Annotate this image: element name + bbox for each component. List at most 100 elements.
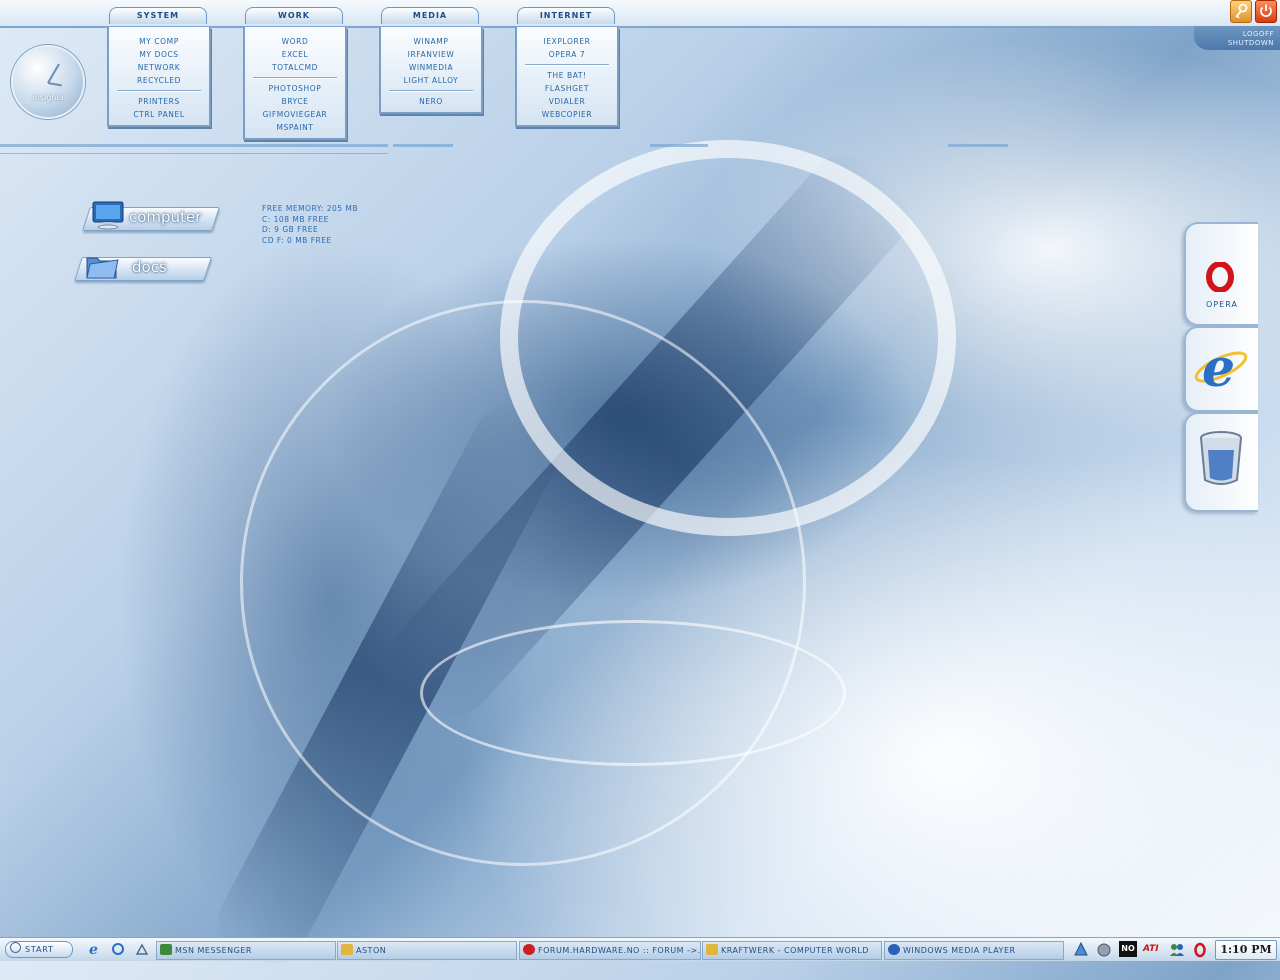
menu-item-vdialer[interactable]: VDIALER	[517, 95, 617, 108]
svg-text:e: e	[89, 942, 98, 956]
divider	[0, 144, 388, 147]
menu-item-mspaint[interactable]: MSPAINT	[245, 121, 345, 134]
menu-item-excel[interactable]: EXCEL	[245, 48, 345, 61]
internet-explorer-icon: e	[1194, 338, 1248, 398]
task-label: KRAFTWERK - COMPUTER WORLD	[721, 946, 869, 955]
folder-icon	[341, 944, 353, 955]
computer-label[interactable]: computer	[129, 208, 201, 226]
wallpaper-swirl	[420, 620, 846, 766]
menu-item-ctrl-panel[interactable]: CTRL PANEL	[109, 108, 209, 121]
task-windows-media-player[interactable]: WINDOWS MEDIA PLAYER	[884, 941, 1064, 960]
start-button[interactable]: START	[5, 941, 73, 958]
opera-tray-icon[interactable]	[1191, 940, 1209, 959]
wallpaper-band	[204, 390, 576, 980]
folder-icon	[84, 250, 120, 282]
recycle-bin-icon	[1200, 431, 1242, 485]
task-label: MSN MESSENGER	[175, 946, 252, 955]
monitor-icon	[91, 200, 125, 230]
menu-tab-internet[interactable]: INTERNET	[517, 7, 615, 24]
task-msn-messenger[interactable]: MSN MESSENGER	[156, 941, 336, 960]
outlook-express-icon[interactable]	[111, 942, 125, 956]
menu-separator	[389, 90, 473, 92]
dock-opera[interactable]: OPERA	[1184, 222, 1258, 326]
show-desktop-icon[interactable]	[135, 942, 149, 956]
msn-tray-icon[interactable]	[1168, 940, 1186, 959]
volume-tray-icon[interactable]	[1095, 940, 1113, 959]
menu-panel-system: MY COMP MY DOCS NETWORK RECYCLED PRINTER…	[107, 27, 211, 127]
menu-item-gifmoviegear[interactable]: GIFMOVIEGEAR	[245, 108, 345, 121]
menu-item-my-docs[interactable]: MY DOCS	[109, 48, 209, 61]
dock-recycle-bin[interactable]	[1184, 412, 1258, 512]
start-orb-icon	[10, 942, 21, 953]
free-memory-stat: FREE MEMORY: 205 MB	[262, 204, 359, 213]
taskbar-clock[interactable]: 1:10 PM	[1215, 940, 1277, 960]
task-label: ASTON	[356, 946, 387, 955]
menu-panel-media: WINAMP IRFANVIEW WINMEDIA LIGHT ALLOY NE…	[379, 27, 483, 114]
menu-item-winamp[interactable]: WINAMP	[381, 35, 481, 48]
keyboard-layout-tray[interactable]: NO	[1119, 941, 1137, 957]
task-kraftwerk[interactable]: KRAFTWERK - COMPUTER WORLD	[702, 941, 882, 960]
svg-text:e: e	[1202, 338, 1235, 398]
menu-item-network[interactable]: NETWORK	[109, 61, 209, 74]
divider	[393, 144, 453, 147]
wallpaper-band	[374, 138, 926, 732]
opera-icon	[1206, 262, 1234, 292]
menu-item-nero[interactable]: NERO	[381, 95, 481, 108]
power-icon[interactable]	[1255, 0, 1277, 23]
menu-item-iexplorer[interactable]: IEXPLORER	[517, 35, 617, 48]
clock-widget: insignia	[11, 45, 85, 119]
menu-item-flashget[interactable]: FLASHGET	[517, 82, 617, 95]
menu-item-opera[interactable]: OPERA 7	[517, 48, 617, 61]
task-label: FORUM.HARDWARE.NO :: FORUM ->...	[538, 946, 701, 955]
taskbar: START e MSN MESSENGER ASTON FORUM.HARDWA…	[0, 937, 1280, 961]
wallpaper-swirl	[240, 300, 806, 866]
key-icon[interactable]	[1230, 0, 1252, 23]
ati-tray-icon[interactable]: ATI	[1143, 941, 1163, 957]
opera-dock-label: OPERA	[1206, 300, 1238, 309]
divider	[650, 144, 708, 147]
folder-icon	[706, 944, 718, 955]
menu-item-word[interactable]: WORD	[245, 35, 345, 48]
menu-item-bryce[interactable]: BRYCE	[245, 95, 345, 108]
dock-internet-explorer[interactable]: e	[1184, 326, 1258, 412]
msn-icon	[160, 944, 172, 955]
clock-hour-hand	[47, 63, 60, 84]
menu-item-webcopier[interactable]: WEBCOPIER	[517, 108, 617, 121]
logoff-shutdown-panel: LOGOFF SHUTDOWN	[1194, 26, 1280, 50]
menu-item-recycled[interactable]: RECYCLED	[109, 74, 209, 87]
shutdown-link[interactable]: SHUTDOWN	[1194, 39, 1280, 48]
menu-item-photoshop[interactable]: PHOTOSHOP	[245, 82, 345, 95]
menu-item-winmedia[interactable]: WINMEDIA	[381, 61, 481, 74]
media-player-icon	[888, 944, 900, 955]
menu-item-light-alloy[interactable]: LIGHT ALLOY	[381, 74, 481, 87]
task-forum-hardware[interactable]: FORUM.HARDWARE.NO :: FORUM ->...	[519, 941, 701, 960]
logoff-link[interactable]: LOGOFF	[1194, 30, 1280, 39]
opera-icon	[523, 944, 535, 955]
divider	[0, 153, 388, 154]
menu-item-totalcmd[interactable]: TOTALCMD	[245, 61, 345, 74]
system-stats: FREE MEMORY: 205 MB C: 108 MB FREE D: 9 …	[262, 204, 358, 246]
menu-panel-work: WORD EXCEL TOTALCMD PHOTOSHOP BRYCE GIFM…	[243, 27, 347, 140]
task-aston[interactable]: ASTON	[337, 941, 517, 960]
menu-tab-media[interactable]: MEDIA	[381, 7, 479, 24]
internet-explorer-icon[interactable]: e	[88, 942, 102, 956]
divider	[948, 144, 1008, 147]
menu-tab-work[interactable]: WORK	[245, 7, 343, 24]
docs-label[interactable]: docs	[132, 258, 167, 276]
clock-widget-label: insignia	[32, 93, 64, 102]
menu-item-irfanview[interactable]: IRFANVIEW	[381, 48, 481, 61]
menu-tab-system[interactable]: SYSTEM	[109, 7, 207, 24]
start-label: START	[25, 945, 54, 954]
network-tray-icon[interactable]	[1072, 940, 1090, 959]
menu-separator	[253, 77, 337, 79]
wallpaper-swirl	[500, 140, 956, 536]
menu-separator	[117, 90, 201, 92]
menu-item-the-bat[interactable]: THE BAT!	[517, 69, 617, 82]
clock-minute-hand	[47, 82, 62, 87]
drive-d-stat: D: 9 GB FREE	[262, 225, 319, 234]
menu-panel-internet: IEXPLORER OPERA 7 THE BAT! FLASHGET VDIA…	[515, 27, 619, 127]
task-label: WINDOWS MEDIA PLAYER	[903, 946, 1016, 955]
menu-separator	[525, 64, 609, 66]
menu-item-my-comp[interactable]: MY COMP	[109, 35, 209, 48]
menu-item-printers[interactable]: PRINTERS	[109, 95, 209, 108]
